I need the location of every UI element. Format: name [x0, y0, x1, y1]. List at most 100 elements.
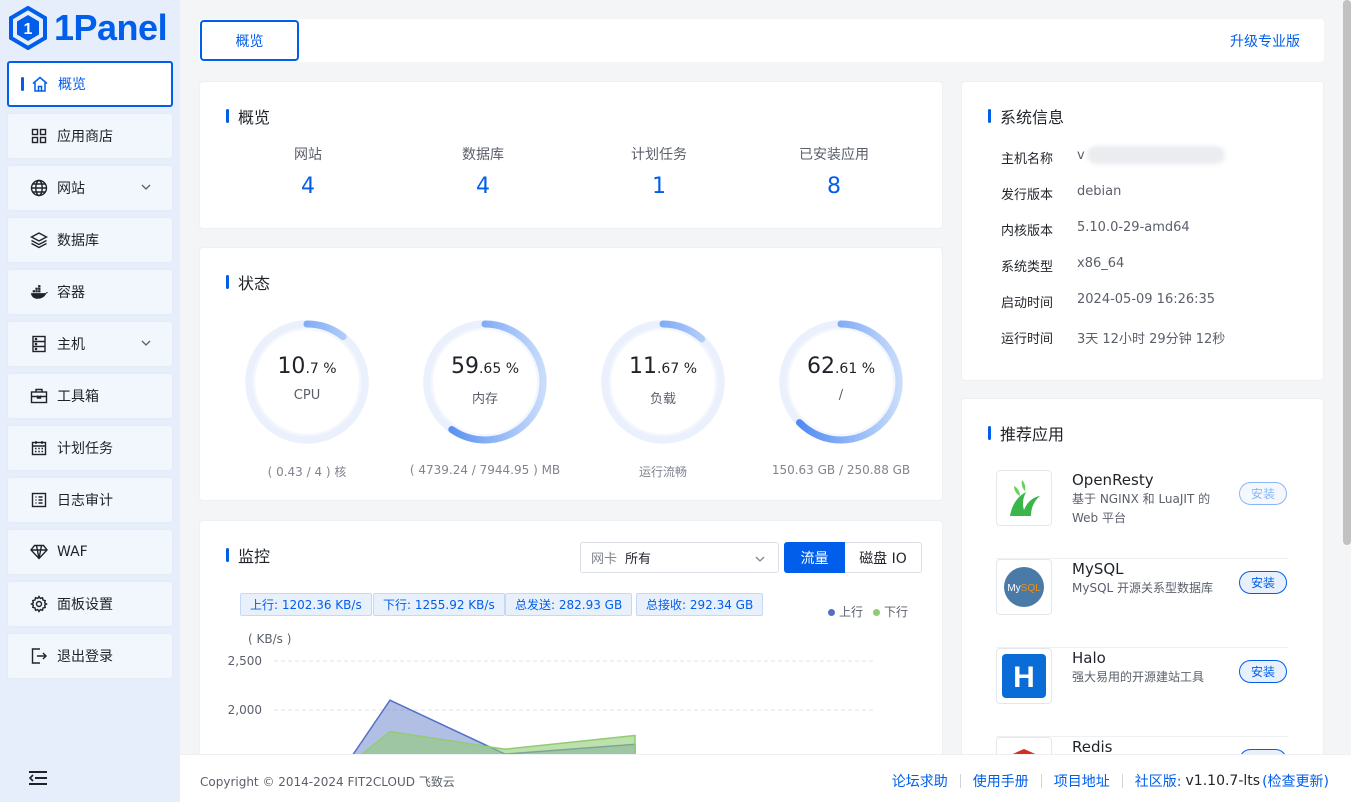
- sysinfo-row: 系统类型 x86_64: [1001, 256, 1124, 275]
- sidebar-item-host[interactable]: 主机: [7, 321, 173, 367]
- docker-icon: [30, 283, 48, 301]
- sidebar-item-cronjob[interactable]: 计划任务: [7, 425, 173, 471]
- footer: Copyright © 2014-2024 FIT2CLOUD 飞致云 论坛求助…: [180, 754, 1351, 802]
- gauge-label: 内存: [471, 392, 498, 407]
- manual-link[interactable]: 使用手册: [973, 771, 1029, 791]
- sidebar-item-website[interactable]: 网站: [7, 165, 173, 211]
- sidebar-item-toolbox[interactable]: 工具箱: [7, 373, 173, 419]
- brand-logo[interactable]: 1 1Panel: [8, 5, 168, 51]
- gauge-ring: [779, 320, 903, 444]
- install-button[interactable]: 安装: [1239, 482, 1287, 505]
- mysql-icon: MySQL: [996, 559, 1052, 615]
- log-icon: [30, 491, 48, 509]
- app-name: MySQL: [1072, 560, 1124, 578]
- stat-label: 已安装应用: [799, 147, 869, 163]
- gauge-value: 11.67 %: [628, 354, 698, 379]
- openresty-icon: [996, 470, 1052, 526]
- sidebar-item-log-audit[interactable]: 日志审计: [7, 477, 173, 523]
- load-gauge[interactable]: 11.67 % 负载: [597, 316, 729, 448]
- app-item-halo: H Halo 强大易用的开源建站工具 安装: [996, 648, 1288, 737]
- app-name: OpenResty: [1072, 471, 1154, 489]
- svg-text:H: H: [1013, 661, 1035, 694]
- app-description: 强大易用的开源建站工具: [1072, 670, 1205, 684]
- gauge-ring: [423, 320, 547, 444]
- sidebar-item-logout[interactable]: 退出登录: [7, 633, 173, 679]
- gauge-subtext: ( 0.43 / 4 ) 核: [267, 465, 347, 479]
- calendar-icon: [30, 439, 48, 457]
- sysinfo-row: 主机名称 v: [1001, 148, 1085, 167]
- card-title: 概览: [226, 104, 270, 128]
- stat-label: 数据库: [462, 147, 504, 163]
- sysinfo-value: x86_64: [1077, 256, 1125, 271]
- sysinfo-value: v: [1077, 148, 1085, 163]
- page-scrollbar[interactable]: [1343, 0, 1351, 545]
- stat-cronjobs[interactable]: 计划任务 1: [599, 144, 719, 199]
- y-tick-label: 2,500: [228, 654, 262, 668]
- divider: [959, 774, 961, 788]
- 1panel-logo-icon: 1: [9, 6, 47, 50]
- layers-icon: [30, 231, 48, 249]
- system-info-card: 系统信息 主机名称 v 发行版本 debian 内核版本 5.10.0-29-amd6…: [961, 81, 1324, 381]
- gauge-value: 10.7 %: [277, 354, 337, 379]
- gauge-value: 62.61 %: [806, 354, 876, 379]
- sysinfo-key: 启动时间: [1001, 296, 1054, 311]
- sidebar-item-waf[interactable]: WAF: [7, 529, 173, 575]
- monitor-card: 监控 网卡 所有 流量 磁盘 IO 上行: 1202.36 KB/s 下行: 1…: [199, 520, 943, 760]
- memory-gauge[interactable]: 59.65 % 内存: [419, 316, 551, 448]
- diamond-icon: [30, 543, 48, 561]
- gauge-label: /: [838, 388, 844, 403]
- gauge-label: CPU: [293, 388, 321, 403]
- stat-label: 计划任务: [631, 147, 687, 163]
- sysinfo-row: 启动时间 2024-05-09 16:26:35: [1001, 292, 1215, 311]
- stat-databases[interactable]: 数据库 4: [423, 144, 543, 199]
- home-icon: [31, 75, 49, 93]
- install-button[interactable]: 安装: [1239, 660, 1287, 683]
- sidebar-item-settings[interactable]: 面板设置: [7, 581, 173, 627]
- forum-link[interactable]: 论坛求助: [892, 771, 948, 791]
- sidebar-item-database[interactable]: 数据库: [7, 217, 173, 263]
- upgrade-pro-link[interactable]: 升级专业版: [1230, 31, 1300, 51]
- sidebar: 1 1Panel 概览 应用商店 网站 数据库 容器 主机 工具箱 计划任务 日…: [0, 0, 180, 802]
- status-card: 状态 10.7 % CPU ( 0.43 / 4 ) 核 59.65 % 内存 ( …: [199, 247, 943, 501]
- stat-value: 4: [476, 174, 490, 199]
- sidebar-item-container[interactable]: 容器: [7, 269, 173, 315]
- stat-installed-apps[interactable]: 已安装应用 8: [774, 144, 894, 199]
- svg-text:MySQL: MySQL: [1007, 583, 1041, 594]
- sidebar-item-label: 退出登录: [57, 649, 113, 665]
- app-description: MySQL 开源关系型数据库: [1072, 581, 1214, 595]
- recommended-apps-card: 推荐应用 OpenResty 基于 NGINX 和 LuaJIT 的 Web 平…: [961, 398, 1324, 760]
- globe-icon: [30, 179, 48, 197]
- brand-name: 1Panel: [54, 7, 168, 48]
- sidebar-item-label: 工具箱: [57, 389, 99, 405]
- sidebar-item-label: 计划任务: [57, 441, 113, 457]
- divider: [1121, 774, 1123, 788]
- app-item-mysql: MySQL MySQL MySQL 开源关系型数据库 安装: [996, 559, 1288, 648]
- check-update-link[interactable]: (检查更新): [1262, 771, 1329, 791]
- install-button[interactable]: 安装: [1239, 571, 1287, 594]
- sidebar-item-label: 数据库: [57, 233, 99, 249]
- cpu-gauge[interactable]: 10.7 % CPU: [241, 316, 373, 448]
- footer-links: 论坛求助 使用手册 项目地址 社区版: v1.10.7-lts (检查更新): [892, 771, 1329, 791]
- stat-label: 网站: [294, 147, 322, 163]
- project-link[interactable]: 项目地址: [1054, 771, 1110, 791]
- sidebar-item-overview[interactable]: 概览: [7, 61, 173, 107]
- tab-overview[interactable]: 概览: [200, 20, 299, 61]
- sysinfo-value: 3天 12小时 29分钟 12秒: [1077, 332, 1226, 347]
- sysinfo-row: 内核版本 5.10.0-29-amd64: [1001, 220, 1190, 239]
- sidebar-item-label: 日志审计: [57, 493, 113, 509]
- stat-websites[interactable]: 网站 4: [248, 144, 368, 199]
- sysinfo-value: 5.10.0-29-amd64: [1077, 220, 1190, 235]
- stat-value: 1: [652, 174, 666, 199]
- stat-value: 8: [827, 174, 841, 199]
- collapse-menu-icon[interactable]: [28, 770, 48, 790]
- sysinfo-key: 发行版本: [1001, 188, 1054, 203]
- y-tick-label: 2,000: [228, 703, 262, 717]
- gauge-subtext: ( 4739.24 / 7944.95 ) MB: [409, 463, 561, 477]
- sidebar-item-app-store[interactable]: 应用商店: [7, 113, 173, 159]
- divider: [1040, 774, 1042, 788]
- sysinfo-key: 运行时间: [1001, 332, 1054, 347]
- sysinfo-value: 2024-05-09 16:26:35: [1077, 292, 1216, 307]
- disk-gauge[interactable]: 62.61 % /: [775, 316, 907, 448]
- gauge-ring: [601, 320, 725, 444]
- sidebar-item-label: 应用商店: [57, 129, 113, 145]
